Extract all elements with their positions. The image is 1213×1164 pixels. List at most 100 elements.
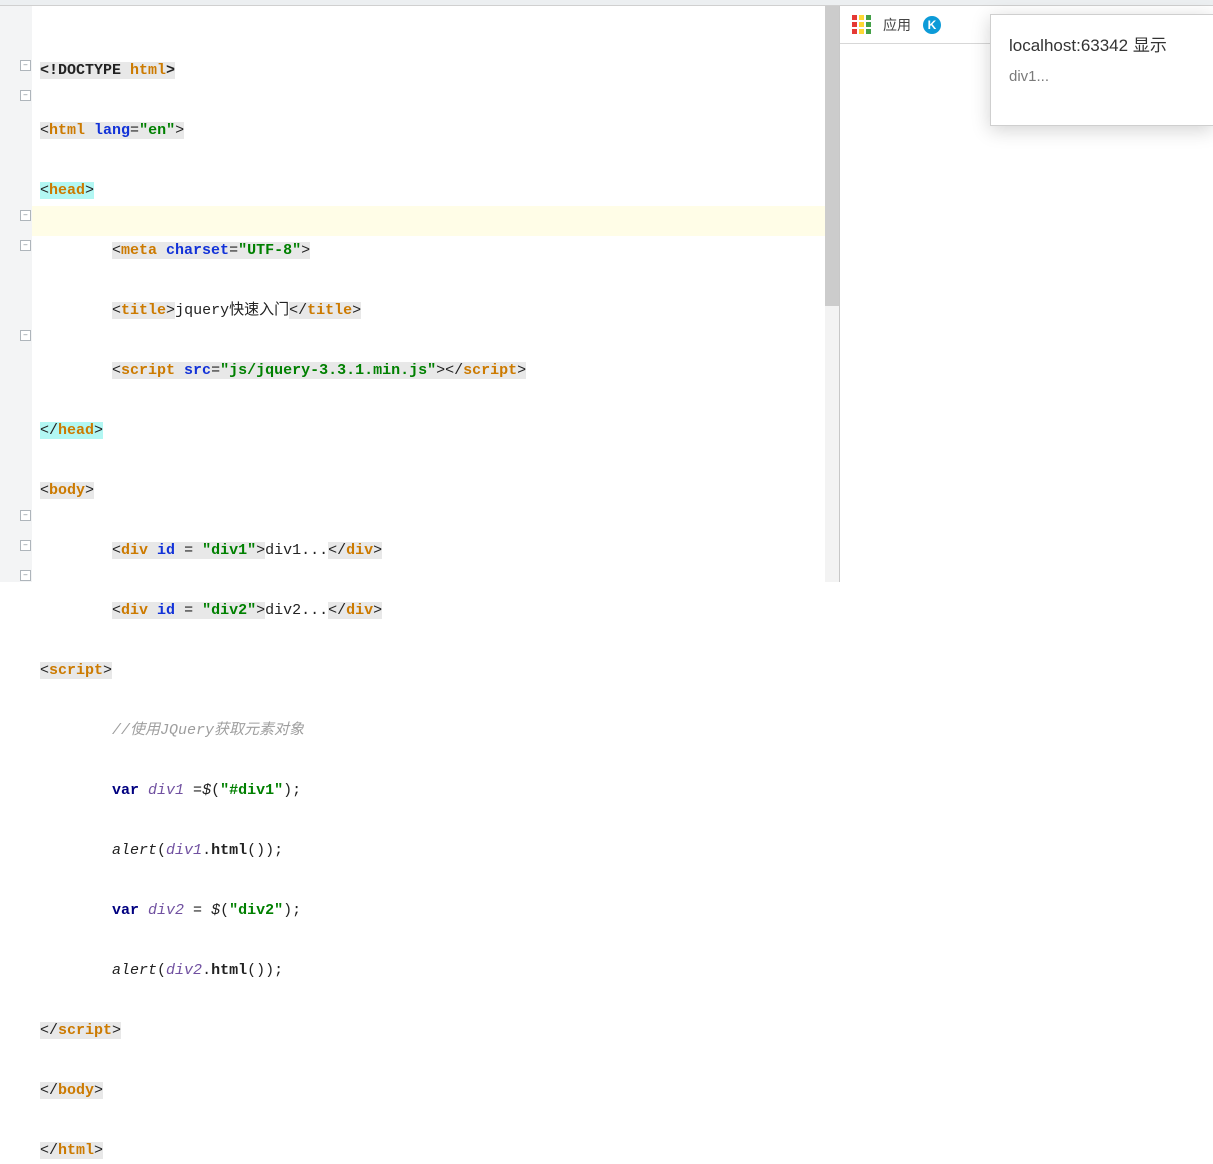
- code-text: (: [157, 842, 166, 859]
- vertical-scrollbar[interactable]: [825, 6, 839, 582]
- code-text: id: [157, 602, 184, 619]
- alert-title: localhost:63342 显示: [1009, 31, 1195, 56]
- code-text: src: [184, 362, 211, 379]
- code-text: .: [202, 842, 211, 859]
- code-text: div2: [166, 962, 202, 979]
- code-text: div1...: [265, 542, 328, 559]
- code-text: =: [184, 602, 202, 619]
- code-text: "#div1": [220, 782, 283, 799]
- editor-pane: – – – – – – – – <!DOCTYPE html> <html la…: [0, 6, 840, 582]
- code-text: <: [40, 122, 49, 139]
- code-text: div: [121, 542, 157, 559]
- fold-toggle[interactable]: –: [20, 330, 31, 341]
- fold-toggle[interactable]: –: [20, 60, 31, 71]
- code-text: script: [121, 362, 184, 379]
- browser-pane: 应用 K localhost:63342 显示 div1...: [840, 6, 1213, 582]
- bookmark-k-icon[interactable]: K: [923, 16, 941, 34]
- code-text: var: [112, 782, 148, 799]
- code-text: "en": [139, 122, 175, 139]
- code-text: <: [112, 242, 121, 259]
- code-text: </: [40, 422, 58, 439]
- code-text: div1: [166, 842, 202, 859]
- code-text: ());: [247, 842, 283, 859]
- code-text: >: [436, 362, 445, 379]
- code-text: meta: [121, 242, 166, 259]
- main-split: – – – – – – – – <!DOCTYPE html> <html la…: [0, 6, 1213, 582]
- code-text: div1: [148, 782, 193, 799]
- code-text: title: [307, 302, 352, 319]
- code-text: div2: [148, 902, 193, 919]
- code-text: >: [103, 662, 112, 679]
- code-text: <: [40, 662, 49, 679]
- code-text: div: [121, 602, 157, 619]
- code-text: </: [328, 542, 346, 559]
- code-text: div: [346, 602, 373, 619]
- code-text: html: [211, 842, 247, 859]
- code-text: html: [130, 62, 166, 79]
- code-area[interactable]: <!DOCTYPE html> <html lang="en"> <head> …: [40, 26, 526, 1164]
- fold-toggle[interactable]: –: [20, 540, 31, 551]
- fold-toggle[interactable]: –: [20, 210, 31, 221]
- code-text: <: [40, 482, 49, 499]
- scrollbar-thumb[interactable]: [825, 6, 839, 306]
- code-text: >: [517, 362, 526, 379]
- code-text: id: [157, 542, 184, 559]
- code-text: >: [301, 242, 310, 259]
- fold-toggle[interactable]: –: [20, 240, 31, 251]
- code-text: <: [112, 362, 121, 379]
- code-text: "UTF-8": [238, 242, 301, 259]
- code-text: =: [211, 362, 220, 379]
- code-text: div: [346, 542, 373, 559]
- code-text: (: [220, 902, 229, 919]
- code-text: >: [166, 302, 175, 319]
- code-text: <: [112, 542, 121, 559]
- code-text: (: [211, 782, 220, 799]
- code-text: >: [256, 602, 265, 619]
- code-text: (: [157, 962, 166, 979]
- fold-toggle[interactable]: –: [20, 570, 31, 581]
- code-text: >: [85, 482, 94, 499]
- code-text: );: [283, 782, 301, 799]
- apps-icon[interactable]: [852, 15, 871, 34]
- code-text: var: [112, 902, 148, 919]
- code-comment: //使用JQuery获取元素对象: [112, 722, 304, 739]
- code-text: =: [229, 242, 238, 259]
- code-text: charset: [166, 242, 229, 259]
- code-text: <!DOCTYPE: [40, 62, 130, 79]
- code-text: <: [112, 602, 121, 619]
- code-text: head: [58, 422, 94, 439]
- code-text: >: [373, 542, 382, 559]
- code-text: script: [49, 662, 103, 679]
- code-text: $: [202, 782, 211, 799]
- fold-toggle[interactable]: –: [20, 90, 31, 101]
- code-text: jquery快速入门: [175, 302, 289, 319]
- code-text: >: [166, 62, 175, 79]
- code-text: alert: [112, 962, 157, 979]
- code-text: >: [94, 422, 103, 439]
- fold-toggle[interactable]: –: [20, 510, 31, 521]
- code-text: html: [49, 122, 94, 139]
- code-text: </: [40, 1082, 58, 1099]
- code-text: >: [256, 542, 265, 559]
- code-text: html: [58, 1142, 94, 1159]
- code-text: >: [352, 302, 361, 319]
- code-text: );: [283, 902, 301, 919]
- code-text: div2...: [265, 602, 328, 619]
- code-text: title: [121, 302, 166, 319]
- code-text: ());: [247, 962, 283, 979]
- code-text: </: [328, 602, 346, 619]
- code-text: "div2": [202, 602, 256, 619]
- code-text: $: [211, 902, 220, 919]
- code-text: "div2": [229, 902, 283, 919]
- code-text: </: [40, 1022, 58, 1039]
- code-text: =: [130, 122, 139, 139]
- code-text: script: [463, 362, 517, 379]
- code-text: >: [94, 1082, 103, 1099]
- code-text: >: [85, 182, 94, 199]
- code-text: =: [193, 782, 202, 799]
- alert-message: div1...: [1009, 68, 1195, 85]
- code-text: "div1": [202, 542, 256, 559]
- code-text: lang: [94, 122, 130, 139]
- code-text: =: [193, 902, 211, 919]
- apps-label[interactable]: 应用: [883, 15, 911, 35]
